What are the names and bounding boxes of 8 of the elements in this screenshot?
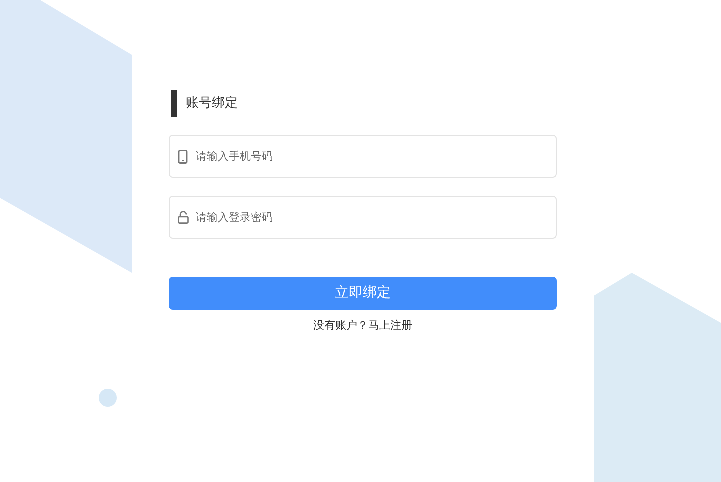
input-field[interactable]: 请输入手机号码 [169,135,557,178]
register-link[interactable]: 没有账户？马上注册 [314,318,412,334]
dot-icon [99,389,117,407]
title-bar-accent [171,90,177,117]
phone-icon [178,150,188,164]
lock-icon [178,211,189,224]
input-field[interactable]: 请输入登录密码 [169,196,557,239]
page-title: 账号绑定 [186,94,238,113]
